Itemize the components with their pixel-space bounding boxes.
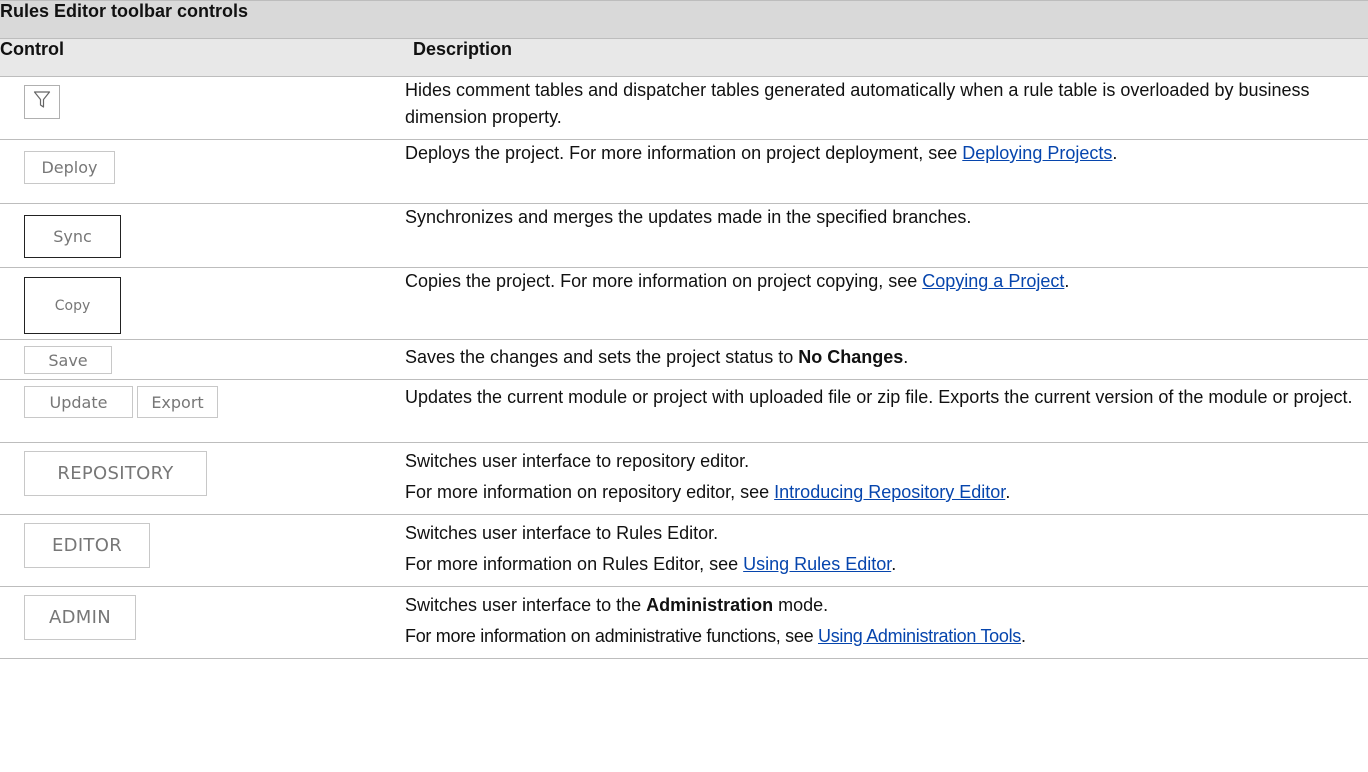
description-cell: Switches user interface to Rules Editor.…	[405, 514, 1368, 587]
table-row: ADMIN Switches user interface to the Adm…	[0, 586, 1368, 659]
copying-a-project-link[interactable]: Copying a Project	[922, 271, 1064, 291]
control-cell: Copy	[0, 267, 405, 340]
control-cell: Update Export	[0, 379, 405, 443]
description-text-part: .	[1020, 626, 1026, 646]
table-row: EDITOR Switches user interface to Rules …	[0, 514, 1368, 587]
description-text-part: .	[891, 554, 897, 574]
description-text-part: .	[1005, 482, 1011, 502]
deploy-button-label: Deploy	[41, 158, 98, 177]
copy-button[interactable]: Copy	[24, 277, 121, 334]
editor-button[interactable]: EDITOR	[24, 523, 150, 568]
description-text: Saves the changes and sets the project s…	[405, 344, 1368, 371]
description-text-part: .	[903, 347, 909, 367]
description-text-part: Saves the changes and sets the project s…	[405, 347, 799, 367]
description-text: Synchronizes and merges the updates made…	[405, 207, 972, 227]
mode-administration: Administration	[646, 595, 774, 615]
description-text: Updates the current module or project wi…	[405, 387, 1353, 407]
description-text-part: Copies the project. For more information…	[405, 271, 923, 291]
control-cell: Save	[0, 339, 405, 380]
sync-button[interactable]: Sync	[24, 215, 121, 258]
control-cell: Sync	[0, 203, 405, 268]
table-row: REPOSITORY Switches user interface to re…	[0, 442, 1368, 515]
export-button-label: Export	[151, 392, 204, 412]
description-text-part: For more information on Rules Editor, se…	[405, 554, 744, 574]
table-row: Sync Synchronizes and merges the updates…	[0, 203, 1368, 268]
filter-icon	[33, 90, 51, 114]
description-text: Deploys the project. For more informatio…	[405, 140, 1368, 167]
table-row: Deploy Deploys the project. For more inf…	[0, 139, 1368, 204]
toolbar-controls-table: Rules Editor toolbar controls Control De…	[0, 0, 1368, 659]
save-button[interactable]: Save	[24, 346, 112, 374]
description-text: Switches user interface to repository ed…	[405, 451, 750, 471]
description-text-part: .	[1064, 271, 1070, 291]
admin-button-label: ADMIN	[49, 607, 111, 628]
description-cell: Hides comment tables and dispatcher tabl…	[405, 76, 1368, 140]
description-text-part: Deploys the project. For more informatio…	[405, 143, 963, 163]
update-button[interactable]: Update	[24, 386, 133, 418]
description-cell: Deploys the project. For more informatio…	[405, 139, 1368, 204]
copy-button-label: Copy	[54, 297, 91, 314]
description-text: Copies the project. For more information…	[405, 268, 1368, 295]
column-header-description: Description	[405, 38, 1368, 77]
description-text-more: For more information on repository edito…	[405, 477, 1368, 508]
status-no-changes: No Changes	[798, 347, 904, 367]
description-text: Switches user interface to the Administr…	[405, 590, 1368, 621]
using-rules-editor-link[interactable]: Using Rules Editor	[743, 554, 891, 574]
table-header-row: Control Description	[0, 38, 1368, 77]
sync-button-label: Sync	[53, 227, 92, 246]
control-cell: Deploy	[0, 139, 405, 204]
table-row: Copy Copies the project. For more inform…	[0, 267, 1368, 340]
control-cell	[0, 76, 405, 140]
table-title-row: Rules Editor toolbar controls	[0, 0, 1368, 39]
save-button-label: Save	[48, 350, 88, 370]
export-button[interactable]: Export	[137, 386, 218, 418]
admin-button[interactable]: ADMIN	[24, 595, 136, 640]
description-cell: Synchronizes and merges the updates made…	[405, 203, 1368, 268]
update-button-label: Update	[49, 392, 108, 412]
table-row: Update Export Updates the current module…	[0, 379, 1368, 443]
description-cell: Switches user interface to repository ed…	[405, 442, 1368, 515]
description-text-part: For more information on administrative f…	[405, 626, 818, 646]
table-title: Rules Editor toolbar controls	[0, 0, 1368, 39]
hide-tables-filter-button[interactable]	[24, 85, 60, 119]
control-cell: EDITOR	[0, 514, 405, 587]
description-text-part: .	[1112, 143, 1118, 163]
introducing-repository-editor-link[interactable]: Introducing Repository Editor	[774, 482, 1005, 502]
description-cell: Copies the project. For more information…	[405, 267, 1368, 340]
table-row: Save Saves the changes and sets the proj…	[0, 339, 1368, 380]
description-cell: Switches user interface to the Administr…	[405, 586, 1368, 659]
description-text-more: For more information on Rules Editor, se…	[405, 549, 1368, 580]
deploy-button[interactable]: Deploy	[24, 151, 115, 184]
table-row: Hides comment tables and dispatcher tabl…	[0, 76, 1368, 140]
repository-button[interactable]: REPOSITORY	[24, 451, 207, 496]
description-text-more: For more information on administrative f…	[405, 621, 1368, 652]
description-cell: Saves the changes and sets the project s…	[405, 339, 1368, 380]
description-text-part: For more information on repository edito…	[405, 482, 775, 502]
control-cell: REPOSITORY	[0, 442, 405, 515]
description-text-part: mode.	[773, 595, 829, 615]
using-administration-tools-link[interactable]: Using Administration Tools	[818, 626, 1021, 646]
column-header-control: Control	[0, 38, 405, 77]
repository-button-label: REPOSITORY	[57, 463, 174, 484]
description-cell: Updates the current module or project wi…	[405, 379, 1368, 443]
deploying-projects-link[interactable]: Deploying Projects	[962, 143, 1112, 163]
description-text-part: Switches user interface to the	[405, 595, 647, 615]
control-cell: ADMIN	[0, 586, 405, 659]
description-text: Switches user interface to Rules Editor.	[405, 523, 719, 543]
description-text: Hides comment tables and dispatcher tabl…	[405, 80, 1310, 127]
editor-button-label: EDITOR	[51, 535, 122, 556]
